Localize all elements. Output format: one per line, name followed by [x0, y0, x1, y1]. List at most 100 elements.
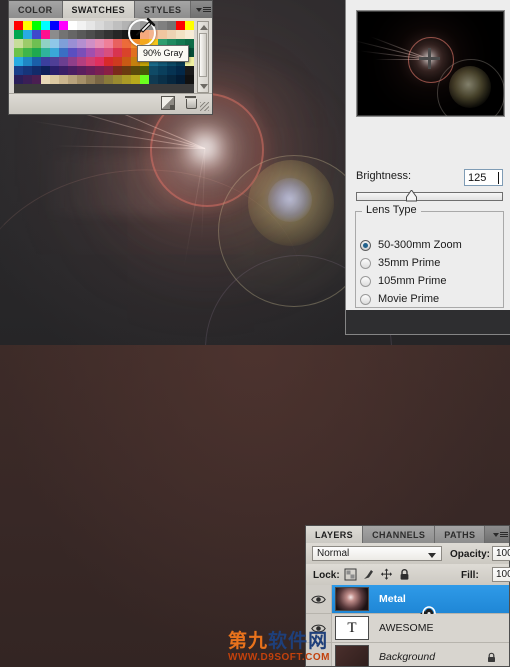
brightness-slider-track[interactable]	[356, 192, 503, 201]
color-swatch[interactable]	[59, 75, 68, 84]
lock-image-icon[interactable]	[362, 568, 375, 581]
layers-panel[interactable]: LAYERS CHANNELS PATHS Normal Opacity: 10…	[305, 525, 510, 667]
color-swatch[interactable]	[185, 75, 194, 84]
color-swatch[interactable]	[14, 39, 23, 48]
radio-50-300mm-zoom[interactable]: 50-300mm Zoom	[360, 239, 462, 251]
tab-color[interactable]: COLOR	[9, 1, 63, 18]
color-swatch[interactable]	[158, 75, 167, 84]
color-swatch[interactable]	[23, 21, 32, 30]
color-swatch[interactable]	[122, 39, 131, 48]
color-swatch[interactable]	[140, 66, 149, 75]
lock-transparency-icon[interactable]	[344, 568, 357, 581]
color-swatch[interactable]	[41, 48, 50, 57]
new-swatch-icon[interactable]	[161, 96, 175, 110]
layer-thumbnail-text[interactable]: T	[335, 616, 369, 640]
color-swatch[interactable]	[23, 48, 32, 57]
color-swatch[interactable]	[122, 75, 131, 84]
panel-menu-icon[interactable]	[491, 526, 509, 543]
color-swatch[interactable]	[14, 57, 23, 66]
brightness-slider-thumb[interactable]	[406, 190, 417, 202]
color-swatch[interactable]	[14, 66, 23, 75]
layer-row-awesome[interactable]: T AWESOME	[306, 614, 509, 643]
color-swatch[interactable]	[104, 57, 113, 66]
color-swatch[interactable]	[113, 39, 122, 48]
color-swatch[interactable]	[131, 66, 140, 75]
color-swatch[interactable]	[113, 57, 122, 66]
lock-all-icon[interactable]	[398, 568, 411, 581]
scrollbar-thumb[interactable]	[199, 33, 207, 77]
swatches-scrollbar[interactable]	[197, 21, 209, 93]
panel-menu-icon[interactable]	[194, 1, 212, 18]
color-swatch[interactable]	[122, 57, 131, 66]
color-swatch[interactable]	[77, 66, 86, 75]
color-swatch[interactable]	[176, 30, 185, 39]
color-swatch[interactable]	[86, 75, 95, 84]
layer-visibility-toggle[interactable]	[306, 614, 332, 642]
layer-thumbnail-metal[interactable]	[335, 587, 369, 611]
color-swatch[interactable]	[23, 66, 32, 75]
color-swatch[interactable]	[50, 66, 59, 75]
color-swatch[interactable]	[167, 75, 176, 84]
color-swatch[interactable]	[86, 57, 95, 66]
color-swatch[interactable]	[50, 21, 59, 30]
scroll-down-arrow[interactable]	[200, 84, 208, 89]
color-swatch[interactable]	[14, 75, 23, 84]
color-swatch[interactable]	[77, 39, 86, 48]
color-swatch[interactable]	[113, 48, 122, 57]
color-swatch[interactable]	[158, 66, 167, 75]
color-swatch[interactable]	[59, 66, 68, 75]
color-swatch[interactable]	[113, 21, 122, 30]
color-swatch[interactable]	[59, 30, 68, 39]
color-swatch[interactable]	[140, 30, 149, 39]
color-swatch[interactable]	[68, 57, 77, 66]
color-swatch[interactable]	[167, 21, 176, 30]
color-swatch[interactable]	[113, 30, 122, 39]
color-swatch[interactable]	[23, 57, 32, 66]
color-swatch[interactable]	[167, 30, 176, 39]
color-swatch[interactable]	[104, 21, 113, 30]
color-swatch[interactable]	[149, 75, 158, 84]
color-swatch[interactable]	[140, 75, 149, 84]
color-swatch[interactable]	[104, 75, 113, 84]
color-swatch[interactable]	[176, 21, 185, 30]
color-swatch[interactable]	[50, 30, 59, 39]
color-swatch[interactable]	[32, 30, 41, 39]
color-swatch[interactable]	[77, 75, 86, 84]
color-swatch[interactable]	[23, 75, 32, 84]
color-swatch[interactable]	[104, 39, 113, 48]
color-swatch[interactable]	[23, 39, 32, 48]
color-swatch[interactable]	[50, 39, 59, 48]
swatches-panel[interactable]: COLOR SWATCHES STYLES 90% Gray	[8, 0, 213, 115]
color-swatch[interactable]	[41, 75, 50, 84]
brightness-input[interactable]: 125	[464, 169, 503, 186]
color-swatch[interactable]	[41, 57, 50, 66]
color-swatch[interactable]	[104, 48, 113, 57]
layer-visibility-toggle[interactable]	[306, 643, 332, 666]
crosshair-icon[interactable]	[419, 48, 440, 69]
color-swatch[interactable]	[185, 21, 194, 30]
color-swatch[interactable]	[59, 21, 68, 30]
lens-flare-dialog[interactable]: Brightness: 125 Lens Type 50-300mm Zoom …	[345, 0, 510, 335]
color-swatch[interactable]	[185, 30, 194, 39]
tab-swatches[interactable]: SWATCHES	[62, 1, 136, 18]
tab-layers[interactable]: LAYERS	[306, 526, 364, 543]
fill-value[interactable]: 100%	[492, 567, 510, 582]
color-swatch[interactable]	[68, 66, 77, 75]
color-swatch[interactable]	[14, 30, 23, 39]
color-swatch[interactable]	[95, 48, 104, 57]
color-swatch[interactable]	[149, 66, 158, 75]
color-swatch[interactable]	[68, 21, 77, 30]
color-swatch[interactable]	[41, 39, 50, 48]
layer-list[interactable]: Metal T AWESOME Background	[306, 585, 509, 666]
color-swatch[interactable]	[77, 30, 86, 39]
color-swatch[interactable]	[104, 66, 113, 75]
layer-row-background[interactable]: Background	[306, 643, 509, 666]
color-swatch[interactable]	[68, 75, 77, 84]
color-swatch[interactable]	[95, 21, 104, 30]
layer-row-metal[interactable]: Metal	[306, 585, 509, 622]
color-swatch[interactable]	[104, 30, 113, 39]
color-swatch[interactable]	[113, 66, 122, 75]
color-swatch[interactable]	[77, 57, 86, 66]
color-swatch[interactable]	[149, 21, 158, 30]
color-swatch[interactable]	[122, 48, 131, 57]
